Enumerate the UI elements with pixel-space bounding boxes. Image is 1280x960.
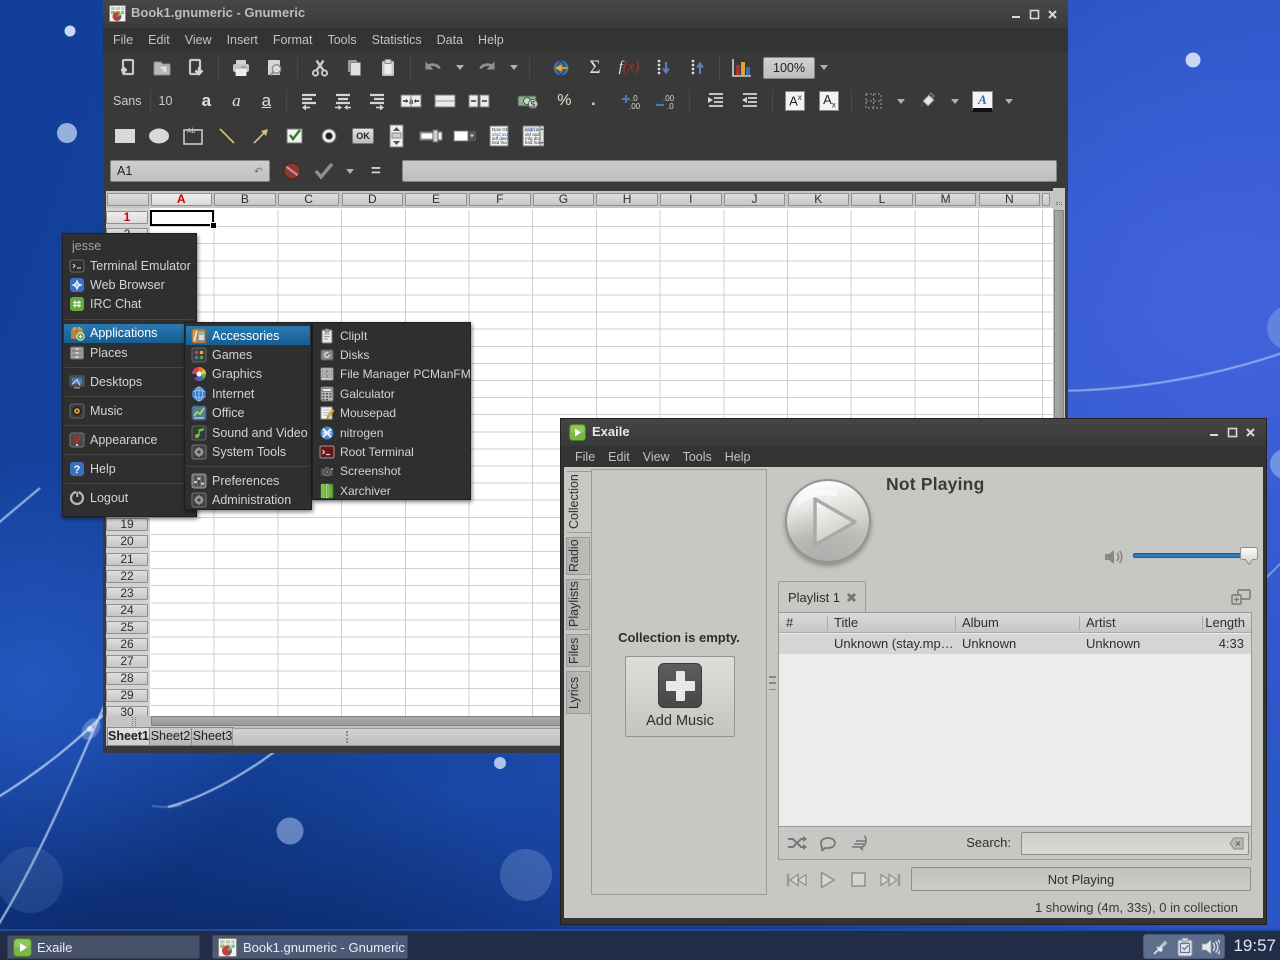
svg-text:$: $ bbox=[531, 100, 536, 110]
svg-text:bsd fna: bsd fna bbox=[525, 140, 540, 145]
svg-text:Ab: Ab bbox=[187, 128, 196, 135]
svg-text:a: a bbox=[409, 97, 414, 106]
svg-text:.00: .00 bbox=[629, 102, 641, 111]
svg-text:.0: .0 bbox=[667, 102, 674, 111]
svg-text:?: ? bbox=[74, 464, 81, 476]
svg-text:bsd fna: bsd fna bbox=[492, 140, 507, 145]
